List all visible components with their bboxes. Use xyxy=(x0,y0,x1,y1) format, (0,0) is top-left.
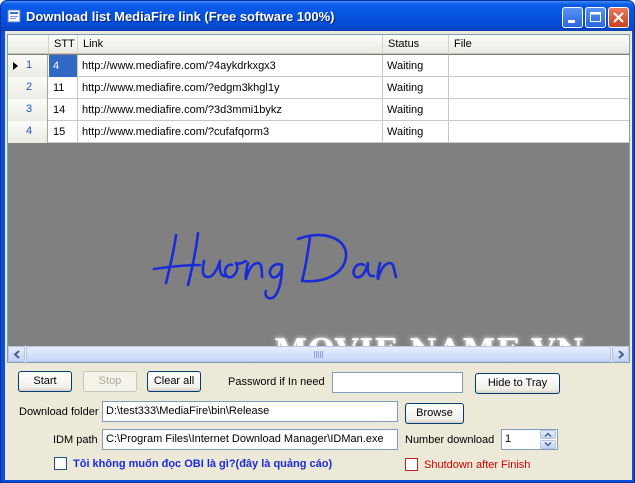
app-icon xyxy=(7,9,21,23)
stepper-up-button[interactable] xyxy=(540,430,556,439)
download-folder-label: Download folder xyxy=(19,406,99,418)
obi-checkbox[interactable] xyxy=(54,457,67,470)
column-header-status[interactable]: Status xyxy=(383,35,449,54)
cell-file[interactable] xyxy=(449,77,629,99)
shutdown-checkbox[interactable] xyxy=(405,458,418,471)
row-header[interactable]: 3 xyxy=(8,99,48,121)
row-header[interactable]: 4 xyxy=(8,121,48,143)
scroll-left-button[interactable] xyxy=(8,346,25,362)
scroll-right-button[interactable] xyxy=(612,346,629,362)
maximize-button[interactable] xyxy=(585,7,606,28)
hide-to-tray-button[interactable]: Hide to Tray xyxy=(475,373,560,394)
minimize-icon xyxy=(568,20,575,23)
horizontal-scrollbar[interactable] xyxy=(8,346,629,362)
close-button[interactable] xyxy=(608,7,629,28)
password-label: Password if In need xyxy=(228,376,325,388)
cell-stt[interactable]: 14 xyxy=(49,99,78,121)
current-row-arrow-icon xyxy=(13,62,18,70)
cell-status[interactable]: Waiting xyxy=(383,99,449,121)
download-grid[interactable]: STT Link Status File 1 4 http://www.medi… xyxy=(7,34,630,363)
row-number: 4 xyxy=(26,125,33,137)
clear-all-button[interactable]: Clear all xyxy=(147,371,201,392)
cell-status[interactable]: Waiting xyxy=(383,55,449,77)
column-header-link[interactable]: Link xyxy=(78,35,383,54)
cell-status[interactable]: Waiting xyxy=(383,121,449,143)
password-input[interactable] xyxy=(332,372,463,393)
start-button[interactable]: Start xyxy=(18,371,72,392)
table-row[interactable]: 1 4 http://www.mediafire.com/?4aykdrkxgx… xyxy=(8,55,629,77)
app-window: Download list MediaFire link (Free softw… xyxy=(0,0,635,483)
grid-header: STT Link Status File xyxy=(8,35,629,54)
cell-file[interactable] xyxy=(449,99,629,121)
title-bar[interactable]: Download list MediaFire link (Free softw… xyxy=(1,1,634,31)
cell-status[interactable]: Waiting xyxy=(383,77,449,99)
grip-icon xyxy=(314,351,324,358)
stop-button[interactable]: Stop xyxy=(83,371,137,392)
row-number: 3 xyxy=(26,103,33,115)
maximize-icon xyxy=(590,12,601,22)
window-title: Download list MediaFire link (Free softw… xyxy=(26,9,335,24)
cell-link[interactable]: http://www.mediafire.com/?edgm3khgl1y xyxy=(78,77,383,99)
row-number: 1 xyxy=(26,59,33,71)
scroll-thumb[interactable] xyxy=(26,346,611,362)
obi-checkbox-label[interactable]: Tôi không muốn đọc OBI là gì?(đây là quả… xyxy=(73,457,332,471)
row-header[interactable]: 1 xyxy=(8,55,48,77)
chevron-up-icon xyxy=(544,432,552,438)
minimize-button[interactable] xyxy=(562,7,583,28)
idm-path-label: IDM path xyxy=(53,434,98,446)
browse-button[interactable]: Browse xyxy=(405,403,464,424)
number-download-label: Number download xyxy=(405,434,495,446)
table-row[interactable]: 2 11 http://www.mediafire.com/?edgm3khgl… xyxy=(8,77,629,99)
idm-path-input[interactable]: C:\Program Files\Internet Download Manag… xyxy=(102,429,398,450)
row-header[interactable]: 2 xyxy=(8,77,48,99)
table-row[interactable]: 4 15 http://www.mediafire.com/?cufafqorm… xyxy=(8,121,629,143)
cell-stt[interactable]: 11 xyxy=(49,77,78,99)
client-area: STT Link Status File 1 4 http://www.medi… xyxy=(5,31,632,480)
chevron-down-icon xyxy=(544,441,552,447)
chevron-left-icon xyxy=(13,350,20,359)
row-number: 2 xyxy=(26,81,33,93)
cell-link[interactable]: http://www.mediafire.com/?cufafqorm3 xyxy=(78,121,383,143)
chevron-right-icon xyxy=(618,350,625,359)
cell-file[interactable] xyxy=(449,121,629,143)
number-download-stepper[interactable] xyxy=(540,430,556,449)
close-icon xyxy=(613,12,624,23)
cell-file[interactable] xyxy=(449,55,629,77)
cell-stt[interactable]: 4 xyxy=(49,55,78,77)
header-corner xyxy=(8,35,49,54)
download-folder-input[interactable]: D:\test333\MediaFire\bin\Release xyxy=(102,401,398,422)
cell-stt[interactable]: 15 xyxy=(49,121,78,143)
cell-link[interactable]: http://www.mediafire.com/?4aykdrkxgx3 xyxy=(78,55,383,77)
table-row[interactable]: 3 14 http://www.mediafire.com/?3d3mmi1by… xyxy=(8,99,629,121)
handwriting-overlay xyxy=(152,231,398,300)
column-header-stt[interactable]: STT xyxy=(49,35,78,54)
stepper-down-button[interactable] xyxy=(540,440,556,449)
column-header-file[interactable]: File xyxy=(449,35,629,54)
cell-link[interactable]: http://www.mediafire.com/?3d3mmi1bykz xyxy=(78,99,383,121)
shutdown-checkbox-label[interactable]: Shutdown after Finish xyxy=(424,458,530,472)
